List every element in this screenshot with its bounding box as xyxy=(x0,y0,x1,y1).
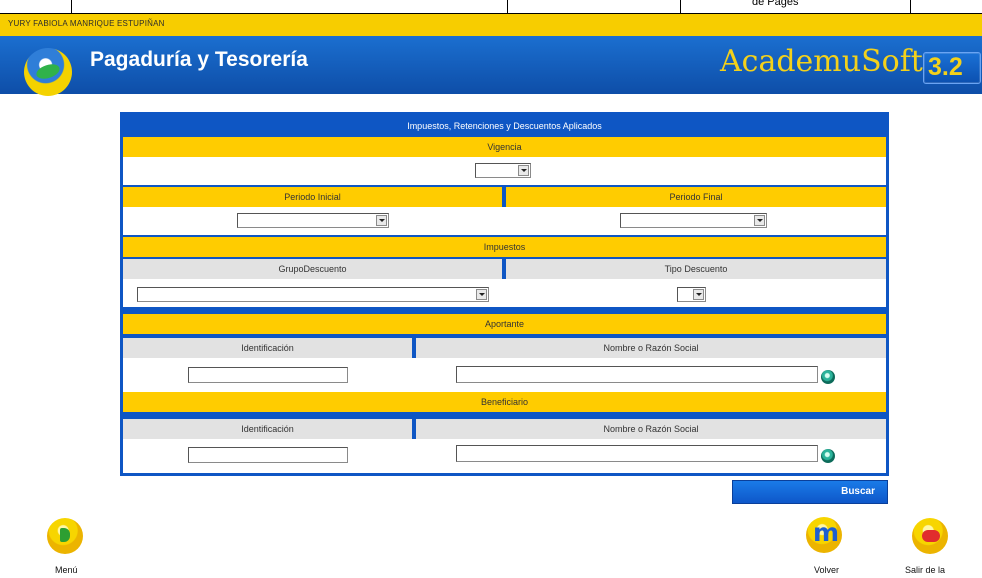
beneficiario-identificacion-header: Identificación xyxy=(123,419,412,439)
table-border xyxy=(680,0,681,14)
tipo-descuento-label: Tipo Descuento xyxy=(664,264,728,274)
impuestos-header: Impuestos xyxy=(123,237,886,257)
table-border xyxy=(71,0,72,14)
volver-label[interactable]: Volver xyxy=(814,565,839,575)
panel-title: Impuestos, Retenciones y Descuentos Apli… xyxy=(407,121,602,131)
buscar-button[interactable]: Buscar xyxy=(732,480,888,504)
pages-caption: de Pages xyxy=(752,0,799,8)
periodo-inicial-label: Periodo Inicial xyxy=(284,192,341,202)
aportante-nombre-header: Nombre o Razón Social xyxy=(416,338,886,358)
vigencia-header: Vigencia xyxy=(123,137,886,157)
dropdown-arrow-icon[interactable] xyxy=(754,215,765,226)
beneficiario-nombre-header: Nombre o Razón Social xyxy=(416,419,886,439)
brand-name: AcademuSoft xyxy=(720,44,923,79)
salir-icon[interactable] xyxy=(912,518,948,554)
aportante-identificacion-label: Identificación xyxy=(241,343,294,353)
grupo-descuento-header: GrupoDescuento xyxy=(123,259,502,279)
dropdown-arrow-icon[interactable] xyxy=(693,289,704,300)
beneficiario-search-icon[interactable] xyxy=(821,449,835,463)
dropdown-arrow-icon[interactable] xyxy=(518,165,529,176)
aportante-identificacion-header: Identificación xyxy=(123,338,412,358)
menu-label[interactable]: Menú xyxy=(55,565,78,575)
user-name: YURY FABIOLA MANRIQUE ESTUPIÑAN xyxy=(8,19,165,28)
table-border xyxy=(507,0,508,14)
impuestos-label: Impuestos xyxy=(483,242,526,252)
periodo-inicial-select[interactable] xyxy=(237,213,389,228)
module-title: Pagaduría y Tesorería xyxy=(90,48,308,71)
aportante-label: Aportante xyxy=(484,319,525,329)
volver-icon[interactable] xyxy=(806,517,842,553)
beneficiario-nombre-label: Nombre o Razón Social xyxy=(603,424,699,434)
beneficiario-identificacion-input[interactable] xyxy=(188,447,348,463)
dropdown-arrow-icon[interactable] xyxy=(476,289,487,300)
aportante-nombre-input[interactable] xyxy=(456,366,818,383)
leaf-icon xyxy=(34,61,62,82)
grupo-descuento-label: GrupoDescuento xyxy=(278,264,347,274)
tipo-descuento-header: Tipo Descuento xyxy=(506,259,886,279)
beneficiario-label: Beneficiario xyxy=(480,397,529,407)
salir-label[interactable]: Salir de la xyxy=(905,565,945,575)
vigencia-select[interactable] xyxy=(475,163,531,178)
version-badge: 3.2 xyxy=(923,52,981,84)
document-header-strip: de Pages xyxy=(0,0,982,14)
beneficiario-nombre-input[interactable] xyxy=(456,445,818,462)
user-bar: YURY FABIOLA MANRIQUE ESTUPIÑAN xyxy=(0,14,982,36)
aportante-search-icon[interactable] xyxy=(821,370,835,384)
beneficiario-header: Beneficiario xyxy=(123,392,886,412)
aportante-header: Aportante xyxy=(123,314,886,334)
module-logo-icon xyxy=(24,48,72,96)
search-panel: Impuestos, Retenciones y Descuentos Apli… xyxy=(120,112,889,476)
grupo-descuento-select[interactable] xyxy=(137,287,489,302)
panel-title-bar: Impuestos, Retenciones y Descuentos Apli… xyxy=(123,115,886,137)
app-header: Pagaduría y Tesorería AcademuSoft 3.2 xyxy=(0,36,982,96)
aportante-identificacion-input[interactable] xyxy=(188,367,348,383)
tipo-descuento-select[interactable] xyxy=(677,287,706,302)
menu-icon[interactable] xyxy=(47,518,83,554)
periodo-inicial-header: Periodo Inicial xyxy=(123,187,502,207)
dropdown-arrow-icon[interactable] xyxy=(376,215,387,226)
vigencia-label: Vigencia xyxy=(487,142,522,152)
buscar-label: Buscar xyxy=(841,486,875,497)
version-number: 3.2 xyxy=(928,53,963,81)
beneficiario-identificacion-label: Identificación xyxy=(241,424,294,434)
aportante-nombre-label: Nombre o Razón Social xyxy=(603,343,699,353)
periodo-final-select[interactable] xyxy=(620,213,767,228)
periodo-final-header: Periodo Final xyxy=(506,187,886,207)
table-border xyxy=(910,0,911,14)
periodo-final-label: Periodo Final xyxy=(669,192,723,202)
